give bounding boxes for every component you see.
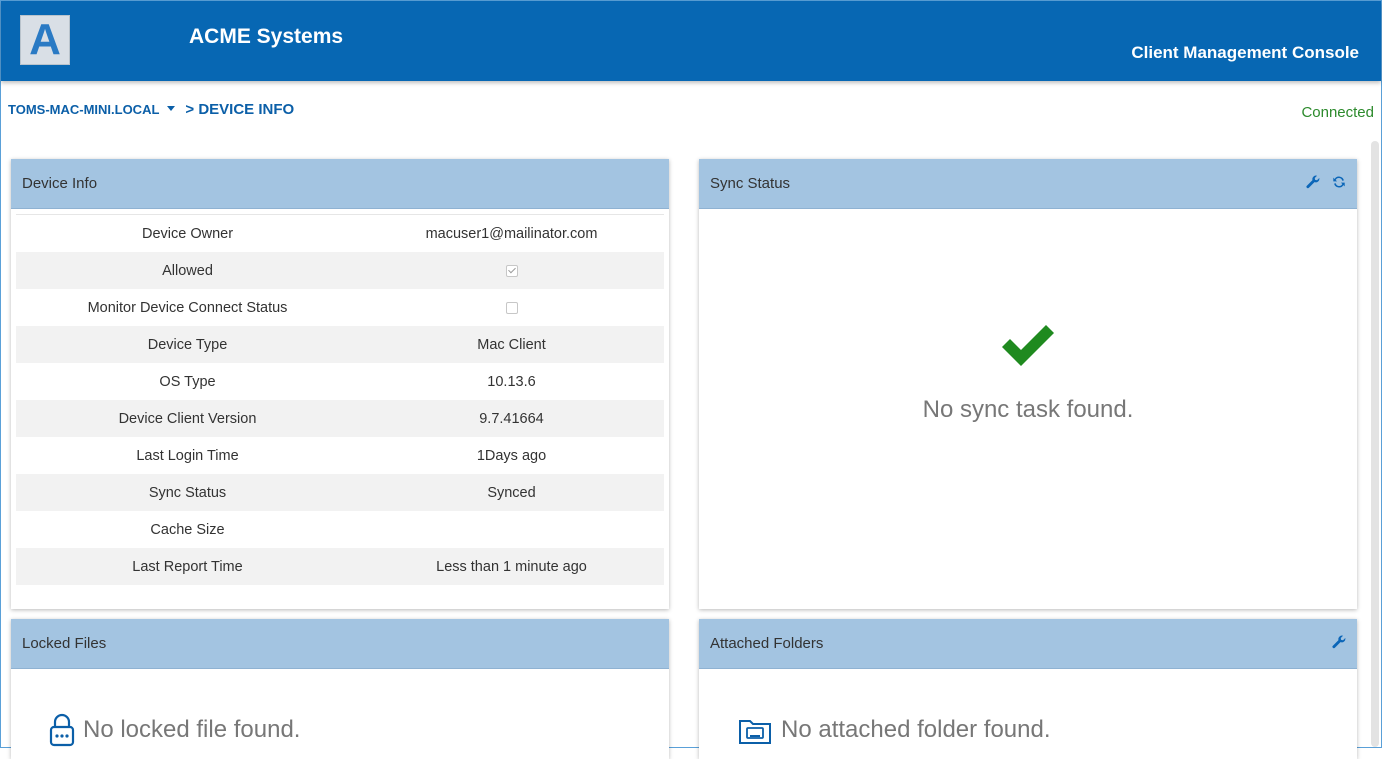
- row-value: 10.13.6: [487, 373, 536, 390]
- page-scrollbar[interactable]: [1371, 141, 1379, 747]
- locked-files-panel: Locked Files No locked file found.: [11, 619, 669, 759]
- row-value: [359, 264, 664, 277]
- attached-folders-header: Attached Folders: [699, 619, 1357, 669]
- sync-status-header: Sync Status: [699, 159, 1357, 209]
- row-value: 1Days ago: [476, 447, 547, 464]
- table-row: Device Owner macuser1@mailinator.com: [16, 215, 664, 252]
- table-row: Cache Size: [16, 511, 664, 548]
- row-label: Last Login Time: [136, 447, 239, 464]
- device-info-title: Device Info: [22, 175, 98, 192]
- row-label: Last Report Time: [132, 558, 243, 575]
- row-label: Sync Status: [148, 484, 227, 501]
- device-selector[interactable]: TOMS-MAC-MINI.LOCAL: [8, 102, 159, 117]
- attached-folders-panel: Attached Folders No attached folder foun…: [699, 619, 1357, 759]
- lock-icon: [49, 713, 75, 747]
- table-row: Last Report Time Less than 1 minute ago: [16, 548, 664, 585]
- table-row: Last Login Time 1Days ago: [16, 437, 664, 474]
- attached-folders-empty-message: No attached folder found.: [781, 716, 1051, 743]
- row-value: Mac Client: [477, 336, 546, 353]
- row-label: Monitor Device Connect Status: [87, 299, 288, 316]
- folder-icon: [739, 720, 771, 744]
- sync-status-title: Sync Status: [710, 175, 791, 192]
- sync-empty-message: No sync task found.: [922, 396, 1134, 423]
- console-title: Client Management Console: [1131, 43, 1359, 62]
- table-row: Allowed: [16, 252, 664, 289]
- app-header: A ACME Systems Client Management Console: [1, 1, 1381, 81]
- company-logo: A: [20, 15, 70, 65]
- connection-status: Connected: [1301, 104, 1374, 121]
- table-row: Device Type Mac Client: [16, 326, 664, 363]
- row-label: Device Type: [147, 336, 228, 353]
- refresh-icon[interactable]: [1332, 175, 1346, 189]
- row-label: Cache Size: [150, 521, 225, 538]
- device-info-table: Device Owner macuser1@mailinator.com Allow…: [16, 214, 664, 585]
- row-label: Allowed: [162, 262, 213, 279]
- row-value: 9.7.41664: [479, 410, 544, 427]
- row-label: Device Owner: [141, 225, 234, 242]
- checkbox-unchecked[interactable]: [505, 301, 518, 314]
- row-label: OS Type: [159, 373, 216, 390]
- table-row: Monitor Device Connect Status: [16, 289, 664, 326]
- row-value: [359, 301, 664, 314]
- table-row: OS Type 10.13.6: [16, 363, 664, 400]
- attached-folders-title: Attached Folders: [710, 635, 824, 652]
- breadcrumb: TOMS-MAC-MINI.LOCAL > DEVICE INFO: [8, 101, 294, 118]
- device-info-panel: Device Info Device Owner macuser1@mailina…: [11, 159, 669, 609]
- check-icon: [1002, 325, 1054, 366]
- wrench-icon[interactable]: [1332, 635, 1346, 649]
- locked-files-header: Locked Files: [11, 619, 669, 669]
- row-label: Device Client Version: [118, 410, 257, 427]
- sync-status-panel: Sync Status No sync task found.: [699, 159, 1357, 609]
- chevron-down-icon[interactable]: [167, 106, 176, 111]
- device-info-header: Device Info: [11, 159, 669, 209]
- locked-files-title: Locked Files: [22, 635, 107, 652]
- table-row: Device Client Version 9.7.41664: [16, 400, 664, 437]
- company-name: ACME Systems: [189, 25, 344, 48]
- checkbox-checked[interactable]: [505, 264, 518, 277]
- locked-files-empty-message: No locked file found.: [83, 716, 301, 743]
- row-value: Less than 1 minute ago: [436, 558, 587, 575]
- logo-letter: A: [29, 15, 61, 64]
- table-row: Sync Status Synced: [16, 474, 664, 511]
- breadcrumb-current-page: > DEVICE INFO: [185, 101, 295, 118]
- row-value: macuser1@mailinator.com: [425, 225, 598, 242]
- row-value: Synced: [487, 484, 536, 501]
- wrench-icon[interactable]: [1306, 175, 1320, 189]
